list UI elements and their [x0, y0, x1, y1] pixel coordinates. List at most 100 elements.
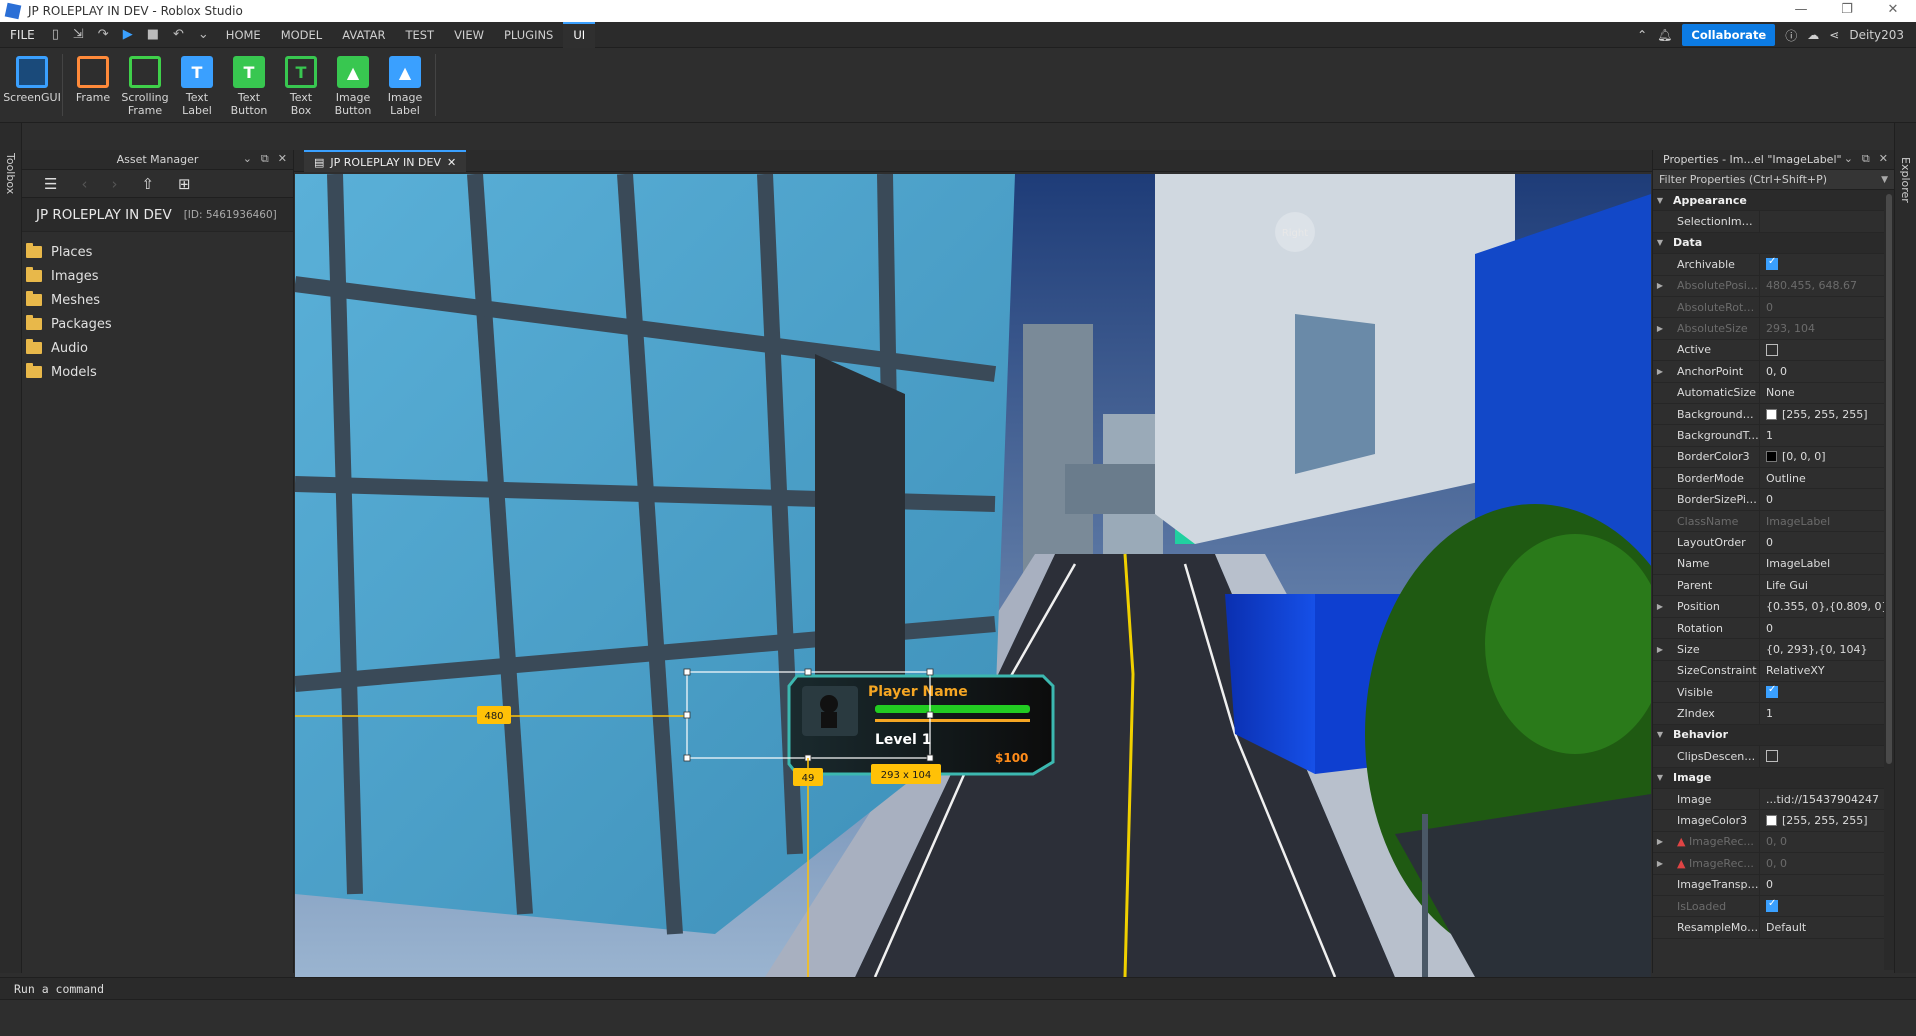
property-value[interactable]: ImageLabel	[1759, 510, 1894, 532]
property-row[interactable]: AutomaticSize None	[1653, 382, 1894, 404]
3d-viewport[interactable]: Right 480 Player Name Level 1 $100 49 29…	[295, 174, 1651, 977]
quick-access-dropdown-icon[interactable]: ⌄	[198, 27, 209, 42]
close-icon[interactable]: ✕	[278, 152, 287, 166]
undock-icon[interactable]: ⧉	[261, 152, 269, 166]
property-value[interactable]: {0.355, 0},{0.809, 0}	[1759, 596, 1894, 617]
property-value[interactable]: 0	[1759, 532, 1894, 553]
property-value[interactable]: Default	[1759, 917, 1894, 938]
property-value[interactable]	[1759, 211, 1894, 232]
property-value[interactable]: Outline	[1759, 468, 1894, 489]
import-icon[interactable]: ⇲	[73, 27, 84, 42]
menu-icon[interactable]: ☰	[44, 175, 57, 193]
expand-icon[interactable]: ▶	[1653, 602, 1667, 611]
property-value[interactable]: [0, 0, 0]	[1759, 446, 1894, 468]
insert-scrolling-frame-button[interactable]: Scrolling Frame	[121, 48, 169, 122]
close-tab-icon[interactable]: ✕	[447, 156, 456, 169]
stop-icon[interactable]: ■	[147, 27, 159, 42]
property-row[interactable]: Image ...tid://15437904247	[1653, 788, 1894, 811]
property-value[interactable]: None	[1759, 382, 1894, 403]
property-row[interactable]: ▶ Size {0, 293},{0, 104}	[1653, 639, 1894, 661]
collapse-icon[interactable]: ▼	[1653, 196, 1667, 205]
property-value[interactable]: 0	[1759, 489, 1894, 510]
collapse-ribbon-icon[interactable]: ⌃	[1637, 28, 1647, 42]
player-hud-image-label[interactable]: Player Name Level 1 $100	[787, 674, 1055, 776]
back-icon[interactable]: ‹	[81, 175, 87, 193]
insert-screen-gui-button[interactable]: ScreenGUI	[3, 48, 61, 122]
color-swatch[interactable]	[1766, 408, 1777, 420]
menu-tab-home[interactable]: HOME	[216, 22, 271, 48]
upload-icon[interactable]: ⇧	[141, 175, 154, 193]
property-value[interactable]: Life Gui	[1759, 575, 1894, 596]
property-value[interactable]: 480.455, 648.67	[1759, 275, 1894, 296]
cloud-icon[interactable]: ☁	[1807, 28, 1819, 42]
expand-icon[interactable]: ▶	[1653, 324, 1667, 333]
property-row[interactable]: Parent Life Gui	[1653, 575, 1894, 597]
property-checkbox[interactable]	[1766, 898, 1778, 913]
property-row[interactable]: ImageColor3 [255, 255, 255]	[1653, 810, 1894, 832]
property-value[interactable]: 1	[1759, 703, 1894, 724]
expand-icon[interactable]: ▶	[1653, 367, 1667, 376]
redo-icon[interactable]: ↷	[98, 27, 109, 42]
property-row[interactable]: ZIndex 1	[1653, 703, 1894, 725]
property-category[interactable]: ▼ Image	[1653, 767, 1894, 789]
expand-icon[interactable]: ▶	[1653, 859, 1667, 868]
asset-folder-audio[interactable]: Audio	[22, 336, 293, 360]
forward-icon[interactable]: ›	[111, 175, 117, 193]
property-value[interactable]: 0, 0	[1759, 831, 1894, 853]
document-tab[interactable]: ▤ JP ROLEPLAY IN DEV ✕	[304, 150, 467, 172]
help-icon[interactable]: ⓘ	[1785, 27, 1797, 44]
property-row[interactable]: Archivable	[1653, 254, 1894, 276]
filter-properties-input[interactable]: Filter Properties (Ctrl+Shift+P) ▼	[1653, 170, 1894, 190]
property-value[interactable]	[1759, 339, 1894, 361]
property-row[interactable]: Name ImageLabel	[1653, 553, 1894, 576]
expand-icon[interactable]: ▶	[1653, 645, 1667, 654]
explorer-tab[interactable]: Explorer	[1899, 157, 1912, 203]
property-row[interactable]: BackgroundC... [255, 255, 255]	[1653, 403, 1894, 426]
property-row[interactable]: ▶ Position {0.355, 0},{0.809, 0}	[1653, 596, 1894, 618]
chevron-down-icon[interactable]: ⌄	[243, 152, 252, 166]
property-row[interactable]: BorderMode Outline	[1653, 468, 1894, 490]
property-row[interactable]: AbsoluteRotat... 0	[1653, 296, 1894, 319]
asset-folder-meshes[interactable]: Meshes	[22, 288, 293, 312]
property-value[interactable]: RelativeXY	[1759, 660, 1894, 681]
notifications-icon[interactable]: 🔔︎	[1657, 28, 1672, 42]
chevron-down-icon[interactable]: ▼	[1881, 175, 1888, 185]
insert-frame-button[interactable]: Frame	[70, 48, 116, 122]
undo-icon[interactable]: ↶	[173, 27, 184, 42]
menu-tab-ui[interactable]: UI	[563, 21, 596, 48]
insert-text-box-button[interactable]: T Text Box	[278, 48, 324, 122]
property-row[interactable]: LayoutOrder 0	[1653, 532, 1894, 554]
color-swatch[interactable]	[1766, 451, 1777, 463]
menu-tab-test[interactable]: TEST	[395, 22, 444, 48]
menu-tab-model[interactable]: MODEL	[271, 22, 333, 48]
property-value[interactable]: ImageLabel	[1759, 553, 1894, 575]
property-category[interactable]: ▼ Behavior	[1653, 724, 1894, 747]
property-row[interactable]: IsLoaded	[1653, 895, 1894, 918]
file-menu[interactable]: FILE	[0, 28, 45, 42]
toolbox-tab[interactable]: Toolbox	[4, 153, 17, 194]
restore-button[interactable]: ❐	[1824, 0, 1870, 22]
command-input[interactable]: Run a command	[14, 982, 104, 996]
property-row[interactable]: ClassName ImageLabel	[1653, 510, 1894, 533]
property-value[interactable]: 0	[1759, 874, 1894, 895]
property-value[interactable]: 0	[1759, 617, 1894, 639]
insert-text-label-button[interactable]: T Text Label	[174, 48, 220, 122]
property-checkbox[interactable]	[1766, 343, 1778, 356]
expand-icon[interactable]: ▶	[1653, 837, 1667, 846]
property-row[interactable]: ▶ AbsolutePosit... 480.455, 648.67	[1653, 275, 1894, 297]
property-row[interactable]: ClipsDescend...	[1653, 746, 1894, 768]
properties-scrollbar[interactable]	[1884, 190, 1894, 970]
property-value[interactable]: [255, 255, 255]	[1759, 810, 1894, 831]
property-row[interactable]: ▶ ▲ ImageRec... 0, 0	[1653, 831, 1894, 854]
minimize-button[interactable]: —	[1778, 0, 1824, 22]
property-value[interactable]: 1	[1759, 425, 1894, 446]
property-checkbox[interactable]	[1766, 684, 1778, 699]
property-row[interactable]: SizeConstraint RelativeXY	[1653, 660, 1894, 682]
property-value[interactable]: ...tid://15437904247	[1759, 788, 1894, 810]
property-checkbox[interactable]	[1766, 750, 1778, 763]
grid-view-icon[interactable]: ⊞	[178, 175, 191, 193]
property-row[interactable]: Rotation 0	[1653, 617, 1894, 640]
property-value[interactable]	[1759, 254, 1894, 275]
collapse-icon[interactable]: ▼	[1653, 730, 1667, 739]
asset-folder-models[interactable]: Models	[22, 360, 293, 384]
